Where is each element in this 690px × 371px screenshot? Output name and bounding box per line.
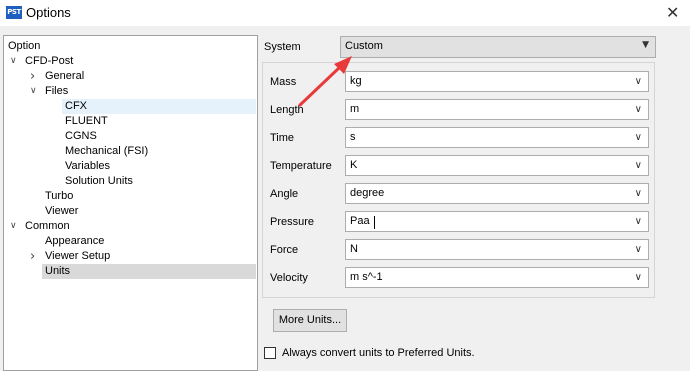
unit-label: Mass [270,76,297,88]
unit-dropdown[interactable]: degree ∨ [345,183,649,204]
unit-value: kg [350,75,362,87]
tree-item[interactable]: FLUENT [4,114,256,129]
tree-item-label: CGNS [65,130,97,142]
tree-item[interactable]: Common [4,219,256,234]
chevron-down-icon[interactable]: ∨ [635,216,642,227]
chevron-down-icon[interactable]: ∨ [635,76,642,87]
tree-item-label: Mechanical (FSI) [65,145,149,157]
chevron-down-icon[interactable]: ∨ [30,84,37,99]
unit-value: Paa [350,215,370,227]
tree-item[interactable]: Variables [4,159,256,174]
tree-item[interactable]: CFX [62,99,256,114]
chevron-right-icon[interactable]: › [30,249,35,264]
unit-label: Velocity [270,272,308,284]
system-dropdown[interactable]: Custom ▼ [340,36,656,58]
more-units-button[interactable]: More Units... [273,309,347,332]
unit-dropdown[interactable]: m s^-1 ∨ [345,267,649,288]
tree-item[interactable]: Viewer [4,204,256,219]
tree-item-label: CFX [65,100,87,112]
tree-item[interactable]: General [4,69,256,84]
tree-item[interactable]: Solution Units [4,174,256,189]
tree-item-label: Solution Units [65,175,133,187]
tree-item-label: Option [8,40,41,52]
title-bar: PST Options ✕ [0,0,690,26]
tree-item-label: Units [45,265,71,277]
unit-label: Time [270,132,295,144]
unit-dropdown[interactable]: s ∨ [345,127,649,148]
dropdown-arrow-icon: ▼ [642,40,649,50]
unit-value: K [350,159,358,171]
chevron-down-icon[interactable]: ∨ [635,104,642,115]
unit-value: N [350,243,358,255]
chevron-down-icon[interactable]: ∨ [635,244,642,255]
tree-item-label: Variables [65,160,111,172]
tree-item-label: FLUENT [65,115,108,127]
tree-item[interactable]: Turbo [4,189,256,204]
unit-dropdown[interactable]: m ∨ [345,99,649,120]
unit-value: degree [350,187,385,199]
options-tree[interactable]: Option CFD-Post ∨ General › Files ∨ CFX FLUENT CG… [3,35,258,371]
tree-item[interactable]: Units [42,264,256,279]
unit-dropdown[interactable]: Paa ∨ [345,211,649,232]
unit-value: m s^-1 [350,271,383,283]
tree-item-label: CFD-Post [25,55,74,67]
unit-dropdown[interactable]: K ∨ [345,155,649,176]
tree-item-label: General [45,70,85,82]
system-value: Custom [345,40,383,52]
tree-item[interactable]: Mechanical (FSI) [4,144,256,159]
unit-value: s [350,131,356,143]
chevron-down-icon[interactable]: ∨ [10,54,17,69]
unit-label: Pressure [270,216,315,228]
tree-item[interactable]: Appearance [4,234,256,249]
unit-dropdown[interactable]: N ∨ [345,239,649,260]
always-convert-label: Always convert units to Preferred Units. [282,347,475,359]
tree-item-label: Appearance [45,235,105,247]
chevron-down-icon[interactable]: ∨ [635,272,642,283]
tree-item[interactable]: CFD-Post [4,54,256,69]
tree-item-label: Turbo [45,190,74,202]
tree-item-label: Common [25,220,70,232]
tree-item-label: Viewer [45,205,79,217]
unit-label: Force [270,244,299,256]
window-title: Options [26,5,71,20]
tree-item-label: Files [45,85,69,97]
system-label: System [264,41,301,53]
unit-label: Length [270,104,304,116]
unit-label: Temperature [270,160,332,172]
unit-value: m [350,103,360,115]
units-group [262,62,655,298]
text-cursor [374,216,375,229]
tree-item-label: Viewer Setup [45,250,111,262]
tree-item[interactable]: CGNS [4,129,256,144]
chevron-down-icon[interactable]: ∨ [10,219,17,234]
tree-item[interactable]: Files [4,84,256,99]
chevron-down-icon[interactable]: ∨ [635,188,642,199]
app-icon: PST [6,6,22,19]
unit-dropdown[interactable]: kg ∨ [345,71,649,92]
always-convert-checkbox[interactable] [264,347,276,359]
chevron-down-icon[interactable]: ∨ [635,160,642,171]
chevron-right-icon[interactable]: › [30,69,35,84]
close-icon[interactable]: ✕ [666,3,679,22]
unit-label: Angle [270,188,299,200]
tree-item[interactable]: Viewer Setup [4,249,256,264]
tree-item[interactable]: Option [4,39,256,54]
chevron-down-icon[interactable]: ∨ [635,132,642,143]
